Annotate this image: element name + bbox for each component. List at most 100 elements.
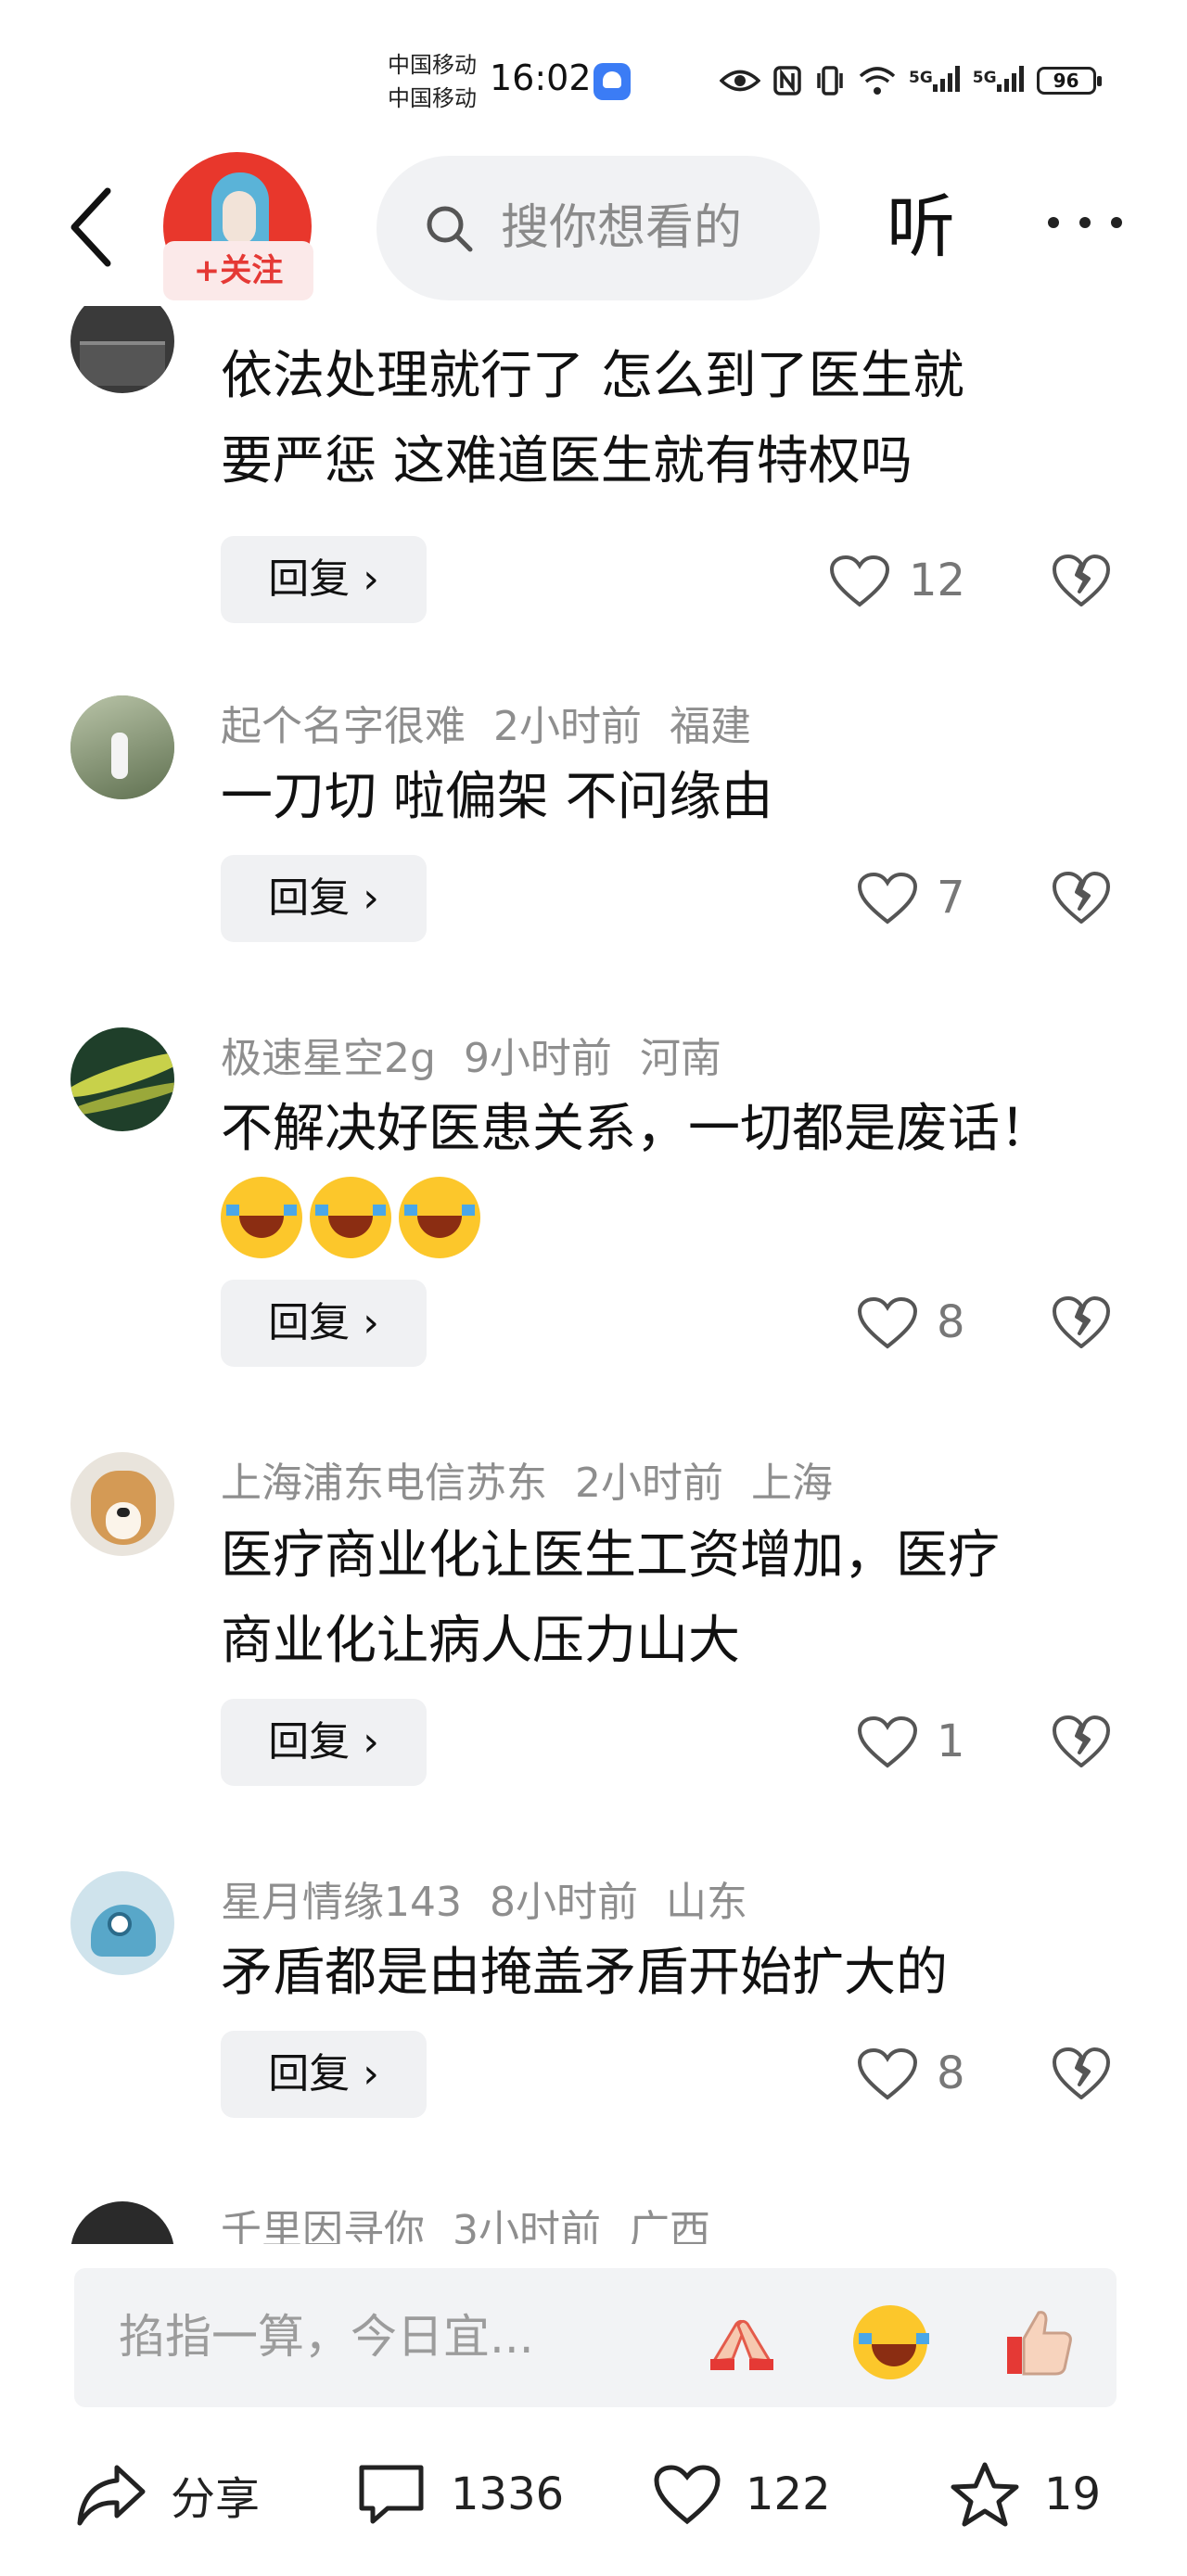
comment-time: 9小时前 <box>463 1035 612 1082</box>
emoji-row <box>221 1172 1148 1258</box>
comment-avatar[interactable] <box>70 2201 174 2244</box>
comment-text: 一刀切 啦偏架 不问缘由 <box>221 767 773 827</box>
broken-heart-icon[interactable] <box>1052 551 1111 610</box>
comment-meta: 上海浦东电信苏东 2小时前 上海 <box>221 1456 861 1511</box>
signal-icon: 5G <box>973 64 1024 97</box>
app-notification-icon <box>594 63 631 100</box>
search-icon <box>427 206 473 252</box>
follow-button[interactable]: +关注 <box>163 241 313 300</box>
favorite-count: 19 <box>1044 2468 1102 2520</box>
comment-avatar[interactable] <box>70 695 174 799</box>
like-button[interactable]: 1 <box>857 1704 1005 1779</box>
carrier-labels: 中国移动 中国移动 <box>388 48 477 115</box>
like-button[interactable]: 7 <box>857 861 1005 935</box>
broken-heart-icon[interactable] <box>1052 1712 1111 1771</box>
wifi-icon <box>859 67 896 95</box>
bottom-action-bar: 分享 1336 122 19 <box>0 2439 1187 2550</box>
comment-avatar[interactable] <box>70 1027 174 1131</box>
heart-icon <box>829 555 890 607</box>
laughing-crying-emoji[interactable] <box>853 2305 929 2379</box>
like-count: 1 <box>937 1715 965 1767</box>
comment-text: 矛盾都是由掩盖矛盾开始扩大的 <box>221 1943 948 2003</box>
reply-button[interactable]: 回复 › <box>221 1280 427 1367</box>
top-navigation: +关注 搜你想看的 听 <box>0 148 1187 306</box>
share-icon <box>77 2465 146 2526</box>
broken-heart-icon[interactable] <box>1052 868 1111 927</box>
comment-username[interactable]: 极速星空2g <box>221 1035 436 1082</box>
broken-heart-icon[interactable] <box>1052 1293 1111 1352</box>
comment-text: 不解决好医患关系，一切都是废话！ <box>221 1087 1148 1258</box>
comment-time: 3小时前 <box>453 2207 601 2244</box>
back-arrow-icon[interactable] <box>63 185 119 269</box>
comment-username[interactable]: 千里因寻你 <box>221 2207 425 2244</box>
like-count: 8 <box>937 2047 965 2099</box>
search-box[interactable]: 搜你想看的 <box>377 156 820 300</box>
heart-icon <box>654 2465 721 2525</box>
share-button[interactable]: 分享 <box>76 2457 260 2531</box>
reply-button[interactable]: 回复 › <box>221 2031 427 2118</box>
signal-icon: 5G <box>909 64 960 97</box>
favorite-button[interactable]: 19 <box>950 2457 1101 2531</box>
comment-avatar[interactable] <box>70 1871 174 1975</box>
like-count: 122 <box>746 2468 831 2520</box>
heart-icon <box>857 1296 918 1349</box>
comment-input[interactable]: 掐指一算，今日宜... <box>74 2268 1117 2407</box>
comment-location: 河南 <box>639 1035 721 1082</box>
comment-meta: 起个名字很难 2小时前 福建 <box>221 699 779 755</box>
reply-button[interactable]: 回复 › <box>221 855 427 942</box>
comment-meta: 星月情缘143 8小时前 山东 <box>221 1875 775 1931</box>
eye-icon <box>720 70 760 92</box>
comment-location: 山东 <box>665 1879 747 1926</box>
comment-count-button[interactable]: 1336 <box>356 2457 564 2531</box>
like-count: 8 <box>937 1296 965 1348</box>
comment-location: 广西 <box>629 2207 710 2244</box>
status-time: 16:02 <box>490 57 592 98</box>
nfc-icon <box>773 66 801 96</box>
share-label: 分享 <box>171 2473 261 2525</box>
comment-avatar[interactable] <box>70 1452 174 1556</box>
comment-input-placeholder: 掐指一算，今日宜... <box>119 2310 534 2364</box>
reply-button[interactable]: 回复 › <box>221 536 427 623</box>
comment-meta: 千里因寻你 3小时前 广西 <box>221 2203 738 2244</box>
comment-time: 8小时前 <box>489 1879 638 1926</box>
vibrate-icon <box>817 66 843 96</box>
like-button[interactable]: 8 <box>857 1285 1005 1359</box>
carrier-2: 中国移动 <box>388 85 477 111</box>
comment-count: 1336 <box>451 2468 565 2520</box>
carrier-1: 中国移动 <box>388 52 477 78</box>
comment-username[interactable]: 上海浦东电信苏东 <box>221 1460 547 1507</box>
like-post-button[interactable]: 122 <box>653 2457 831 2531</box>
reply-button[interactable]: 回复 › <box>221 1699 427 1786</box>
laughing-crying-emoji <box>221 1176 302 1258</box>
comment-username[interactable]: 星月情缘143 <box>221 1879 462 1926</box>
comment-username[interactable]: 起个名字很难 <box>221 703 466 750</box>
comment-location: 福建 <box>670 703 751 750</box>
like-button[interactable]: 8 <box>857 2036 1005 2111</box>
comment-text: 依法处理就行了 怎么到了医生就 要严惩 这难道医生就有特权吗 <box>221 346 964 491</box>
more-options-icon[interactable] <box>1048 204 1141 241</box>
comment-time: 2小时前 <box>493 703 642 750</box>
status-icons: 5G 5G 96 <box>720 57 1102 104</box>
star-icon <box>951 2462 1019 2527</box>
laughing-crying-emoji <box>399 1176 480 1258</box>
listen-button[interactable]: 听 <box>887 185 955 269</box>
comment-meta: 极速星空2g 9小时前 河南 <box>221 1031 749 1087</box>
clapping-hands-emoji[interactable] <box>705 2305 779 2379</box>
comment-list: 依法处理就行了 怎么到了医生就 要严惩 这难道医生就有特权吗 回复 › 12 起… <box>0 306 1187 2244</box>
like-count: 7 <box>937 872 965 924</box>
thumbs-up-emoji[interactable] <box>1002 2305 1076 2379</box>
search-placeholder: 搜你想看的 <box>501 200 743 256</box>
comment-text: 医疗商业化让医生工资增加，医疗 商业化让病人压力山大 <box>221 1525 1000 1671</box>
heart-icon <box>857 1715 918 1768</box>
comment-avatar[interactable] <box>70 306 174 393</box>
laughing-crying-emoji <box>310 1176 391 1258</box>
comment-icon <box>359 2465 424 2524</box>
battery-icon: 96 <box>1036 67 1102 95</box>
broken-heart-icon[interactable] <box>1052 2044 1111 2103</box>
like-button[interactable]: 12 <box>829 543 977 618</box>
comment-location: 上海 <box>751 1460 833 1507</box>
comment-time: 2小时前 <box>575 1460 723 1507</box>
heart-icon <box>857 2047 918 2100</box>
like-count: 12 <box>909 555 966 606</box>
heart-icon <box>857 872 918 925</box>
